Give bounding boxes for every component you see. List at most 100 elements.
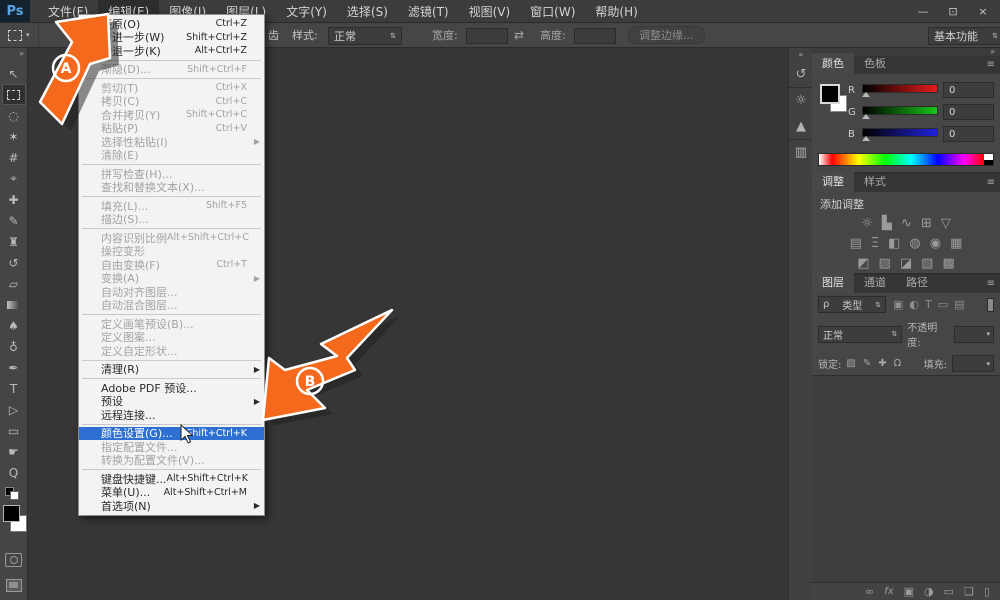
lock-icon[interactable]: ▨: [846, 358, 855, 369]
adjustment-icon[interactable]: ◍: [909, 236, 920, 251]
menu-item[interactable]: 转换为配置文件(V)...: [79, 454, 264, 467]
tool-button[interactable]: ✒: [2, 357, 26, 378]
menubar-item[interactable]: 文字(Y): [276, 0, 337, 23]
layers-footer-icon[interactable]: ▣: [904, 585, 914, 598]
menu-item[interactable]: 清理(R) ▶: [79, 359, 264, 376]
tool-button[interactable]: ♜: [2, 231, 26, 252]
tool-button[interactable]: ↺: [2, 252, 26, 273]
adjustment-icon[interactable]: ◧: [888, 236, 900, 251]
panel-menu-icon[interactable]: ≡: [987, 177, 995, 188]
slider-thumb-icon[interactable]: [862, 114, 870, 119]
channel-slider[interactable]: [862, 106, 938, 119]
foreground-color-swatch[interactable]: [2, 505, 20, 522]
adjustment-icon[interactable]: ◩: [857, 256, 869, 271]
adjustment-icon[interactable]: ▨: [879, 256, 891, 271]
minimize-button[interactable]: —: [916, 5, 930, 18]
quick-mask-button[interactable]: [5, 553, 22, 567]
tool-button[interactable]: #: [2, 147, 26, 168]
color-spectrum[interactable]: [818, 153, 994, 166]
menu-item[interactable]: 描边(S)...: [79, 213, 264, 226]
menubar-item[interactable]: 视图(V): [459, 0, 521, 23]
menubar-item[interactable]: 窗口(W): [520, 0, 585, 23]
layer-filter-icon[interactable]: ▭: [938, 298, 948, 311]
tool-button[interactable]: ⌖: [2, 168, 26, 189]
layers-footer-icon[interactable]: ▭: [944, 585, 954, 598]
menu-item[interactable]: 清除(E): [79, 149, 264, 162]
dock-panel-icon[interactable]: ▲: [789, 113, 813, 139]
default-colors-icon[interactable]: [2, 487, 26, 500]
menu-item[interactable]: 定义自定形状...: [79, 344, 264, 358]
channel-slider[interactable]: [862, 128, 938, 141]
adjustment-icon[interactable]: ▽: [941, 216, 951, 231]
adjustment-icon[interactable]: ⊞: [921, 216, 932, 231]
swap-dimensions-icon[interactable]: ⇄: [514, 28, 524, 42]
tool-button[interactable]: ▭: [2, 420, 26, 441]
lock-icon[interactable]: Ω: [894, 358, 902, 369]
height-input[interactable]: [574, 28, 616, 44]
menubar-item[interactable]: 选择(S): [337, 0, 398, 23]
style-select[interactable]: 正常 ⇅: [328, 27, 402, 45]
close-button[interactable]: ×: [976, 5, 990, 18]
layers-footer-icon[interactable]: ◑: [924, 585, 934, 598]
channel-slider[interactable]: [862, 84, 938, 97]
tool-button[interactable]: ✚: [2, 189, 26, 210]
foreground-color-swatch[interactable]: [820, 84, 840, 104]
adjustment-icon[interactable]: ▧: [921, 256, 933, 271]
fill-field[interactable]: ▾: [952, 355, 994, 372]
tab-styles[interactable]: 样式: [854, 171, 896, 192]
slider-thumb-icon[interactable]: [862, 136, 870, 141]
tab-swatches[interactable]: 色板: [854, 53, 896, 74]
tool-button[interactable]: T: [2, 378, 26, 399]
adjustment-icon[interactable]: ◪: [900, 256, 912, 271]
tool-button[interactable]: ☛: [2, 441, 26, 462]
adjustment-icon[interactable]: ▤: [850, 236, 862, 251]
layer-list[interactable]: [812, 375, 1000, 582]
restore-button[interactable]: ⊡: [946, 5, 960, 18]
spectrum-ramp[interactable]: [819, 154, 984, 165]
dock-expand-icon[interactable]: «: [789, 47, 813, 61]
panel-menu-icon[interactable]: ≡: [987, 59, 995, 70]
tab-color[interactable]: 颜色: [812, 53, 854, 74]
tab-layers[interactable]: 图层: [812, 272, 854, 293]
collapse-to-icons-icon[interactable]: »: [990, 47, 995, 56]
dock-panel-icon[interactable]: ↺: [789, 61, 813, 87]
tool-button[interactable]: [2, 294, 26, 315]
layers-footer-icon[interactable]: ▯: [984, 585, 990, 598]
tool-button[interactable]: ♠: [2, 315, 26, 336]
menu-item[interactable]: 首选项(N) ▶: [79, 499, 264, 513]
tab-adjustments[interactable]: 调整: [812, 171, 854, 192]
layer-filter-icon[interactable]: T: [925, 298, 932, 311]
tab-paths[interactable]: 路径: [896, 272, 938, 293]
channel-value-field[interactable]: 0: [943, 104, 994, 120]
layers-footer-icon[interactable]: fx: [884, 586, 893, 597]
channel-value-field[interactable]: 0: [943, 82, 994, 98]
tab-channels[interactable]: 通道: [854, 272, 896, 293]
adjustment-icon[interactable]: ∿: [901, 216, 912, 231]
slider-thumb-icon[interactable]: [862, 92, 870, 97]
opacity-field[interactable]: ▾: [953, 325, 994, 343]
workspace-select[interactable]: 基本功能 ⇅: [928, 27, 1000, 45]
channel-value-field[interactable]: 0: [943, 126, 994, 142]
layer-filter-icon[interactable]: ▣: [893, 298, 903, 311]
adjustment-icon[interactable]: Ξ: [871, 236, 879, 251]
layers-footer-icon[interactable]: ∞: [865, 585, 874, 598]
dock-panel-icon[interactable]: ▥: [789, 139, 813, 165]
tool-button[interactable]: ▷: [2, 399, 26, 420]
adjustment-icon[interactable]: ▩: [942, 256, 954, 271]
blend-mode-select[interactable]: 正常 ⇅: [818, 325, 903, 343]
dock-panel-icon[interactable]: ☼: [789, 87, 813, 113]
layer-filter-icon[interactable]: ▤: [954, 298, 964, 311]
panel-menu-icon[interactable]: ≡: [987, 278, 995, 289]
tool-button[interactable]: ✎: [2, 210, 26, 231]
black-swatch[interactable]: [984, 159, 993, 165]
width-input[interactable]: [466, 28, 508, 44]
filter-toggle[interactable]: [987, 297, 994, 312]
refine-edge-button[interactable]: 调整边缘...: [628, 26, 705, 44]
adjustment-icon[interactable]: ☼: [861, 216, 873, 231]
screen-mode-button[interactable]: [5, 579, 22, 592]
menubar-item[interactable]: 滤镜(T): [398, 0, 459, 23]
tool-button[interactable]: ▱: [2, 273, 26, 294]
tool-button[interactable]: ♁: [2, 336, 26, 357]
adjustment-icon[interactable]: ▦: [950, 236, 962, 251]
lock-icon[interactable]: ✚: [878, 358, 886, 369]
